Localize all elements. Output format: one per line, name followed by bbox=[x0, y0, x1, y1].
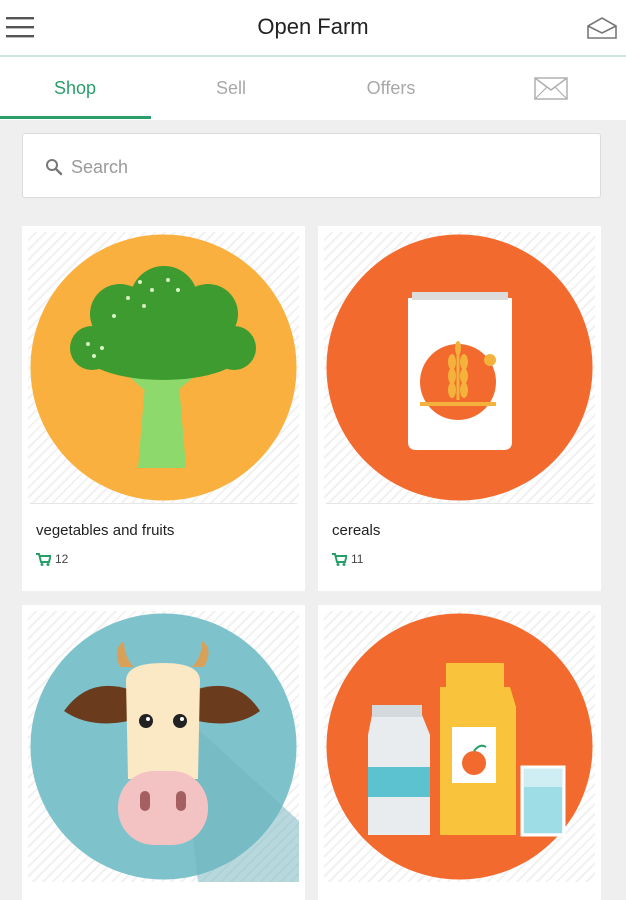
category-meta: 12 bbox=[36, 551, 68, 567]
app-bar: Open Farm bbox=[0, 0, 626, 57]
category-title: cereals bbox=[332, 522, 381, 539]
category-card-vegetables-and-fruits[interactable]: vegetables and fruits 12 bbox=[22, 226, 305, 591]
category-image bbox=[28, 611, 299, 882]
search-placeholder: Search bbox=[71, 157, 129, 177]
tab-offers[interactable]: Offers bbox=[311, 57, 471, 120]
category-image bbox=[324, 611, 595, 882]
grain-sack-icon bbox=[326, 234, 593, 501]
milk-and-juice-icon bbox=[326, 613, 593, 880]
broccoli-icon bbox=[30, 234, 297, 501]
cow-icon bbox=[30, 613, 299, 882]
mail-icon bbox=[534, 77, 568, 100]
category-card-dairy-and-drinks[interactable] bbox=[318, 605, 601, 900]
category-meta: 11 bbox=[332, 551, 363, 567]
tab-sell[interactable]: Sell bbox=[151, 57, 311, 120]
cart-icon bbox=[332, 552, 347, 566]
search-icon bbox=[46, 159, 63, 176]
search-field[interactable]: Search bbox=[22, 133, 601, 198]
category-card-cereals[interactable]: cereals 11 bbox=[318, 226, 601, 591]
category-title: vegetables and fruits bbox=[36, 522, 175, 539]
open-envelope-icon[interactable] bbox=[586, 16, 618, 40]
card-divider bbox=[326, 503, 593, 504]
category-card-livestock[interactable] bbox=[22, 605, 305, 900]
tab-shop[interactable]: Shop bbox=[0, 57, 155, 120]
tab-messages[interactable] bbox=[471, 57, 626, 120]
category-image bbox=[28, 232, 299, 503]
tab-bar: Shop Sell Offers bbox=[0, 57, 626, 120]
app-title: Open Farm bbox=[257, 14, 369, 39]
category-count: 12 bbox=[55, 552, 69, 566]
category-count: 11 bbox=[351, 552, 364, 566]
cart-icon bbox=[36, 552, 51, 566]
active-tab-indicator bbox=[0, 116, 151, 119]
card-divider bbox=[30, 503, 297, 504]
category-image bbox=[324, 232, 595, 503]
